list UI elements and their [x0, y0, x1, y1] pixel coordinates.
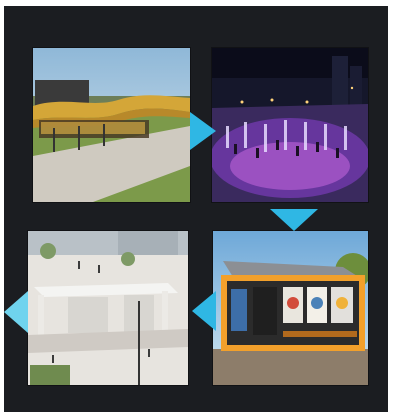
- fountain-plaza-photo: [212, 48, 368, 202]
- arrow-left-icon: [192, 291, 216, 331]
- orange-kiosk-photo: [213, 231, 368, 385]
- white-pavilion-photo: [28, 231, 188, 385]
- arrow-right-icon: [190, 112, 216, 150]
- arrow-down-icon: [270, 209, 318, 231]
- pavilion-photo: [33, 48, 190, 202]
- arrow-left-outer-icon: [4, 291, 28, 333]
- image-grid: [4, 6, 388, 412]
